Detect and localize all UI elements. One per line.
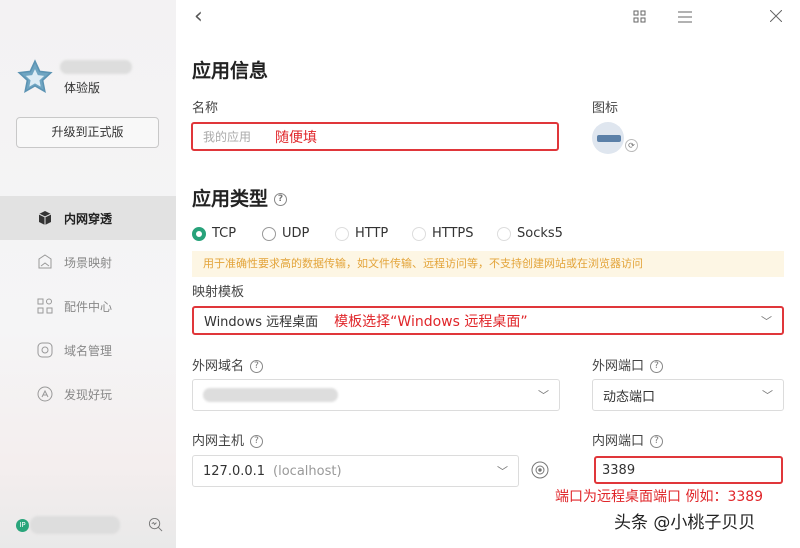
radio-tcp[interactable]: TCP: [192, 226, 236, 241]
nav-label: 内网穿透: [64, 211, 113, 226]
upgrade-button[interactable]: 升级到正式版: [16, 117, 159, 148]
discover-icon: [36, 385, 54, 403]
cube-icon: [36, 209, 54, 227]
chevron-down-icon: ﹀: [762, 389, 773, 402]
app-type-title-text: 应用类型: [192, 188, 269, 210]
search-monitor-icon[interactable]: [148, 517, 163, 532]
int-host-value: 127.0.0.1: [203, 463, 266, 479]
nav-label: 配件中心: [64, 299, 113, 314]
radio-label: TCP: [212, 226, 237, 241]
radio-icon: [497, 226, 511, 241]
chevron-down-icon: ﹀: [497, 465, 508, 478]
radio-icon: [335, 226, 349, 241]
radio-https[interactable]: HTTPS: [412, 226, 474, 241]
protocol-notice: 用于准确性要求高的数据传输，如文件传输、远程访问等，不支持创建网站或在浏览器访问: [192, 251, 784, 277]
watermark: 头条 @小桃子贝贝: [614, 513, 756, 533]
change-icon-button[interactable]: ⟳: [625, 139, 638, 152]
username-blurred: [60, 60, 132, 74]
ip-badge-icon: IP: [16, 519, 29, 532]
radio-label: HTTPS: [432, 226, 474, 241]
int-host-label-text: 内网主机: [192, 434, 245, 449]
app-type-title: 应用类型?: [192, 184, 288, 211]
grid-icon: [36, 297, 54, 315]
radio-udp[interactable]: UDP: [262, 226, 309, 241]
nav-label: 场景映射: [64, 255, 113, 270]
help-icon[interactable]: ?: [250, 360, 264, 373]
int-host-label: 内网主机?: [192, 430, 264, 449]
template-value: Windows 远程桌面: [204, 315, 319, 330]
sidebar-item-domain[interactable]: 域名管理: [0, 328, 176, 372]
ext-domain-label: 外网域名?: [192, 355, 264, 374]
radio-icon: [412, 226, 426, 241]
radio-socks5[interactable]: Socks5: [497, 226, 563, 241]
chevron-down-icon: ﹀: [538, 389, 549, 402]
icon-label: 图标: [592, 101, 619, 116]
ext-port-label-text: 外网端口: [592, 359, 645, 374]
int-port-label-text: 内网端口: [592, 434, 645, 449]
radio-checked-icon: [192, 226, 206, 241]
help-icon[interactable]: ?: [250, 435, 264, 448]
int-host-select[interactable]: 127.0.0.1 (localhost) ﹀: [192, 455, 519, 487]
domain-icon: [36, 341, 54, 359]
ip-blurred: [30, 516, 120, 534]
sidebar-item-discover[interactable]: 发现好玩: [0, 372, 176, 416]
nav-label: 域名管理: [64, 343, 113, 358]
template-select[interactable]: Windows 远程桌面 模板选择“Windows 远程桌面” ﹀: [192, 306, 784, 335]
int-host-hint: (localhost): [273, 463, 342, 479]
close-icon[interactable]: [770, 10, 782, 22]
ext-port-label: 外网端口?: [592, 355, 664, 374]
sidebar-item-tunnel[interactable]: 内网穿透: [0, 196, 176, 240]
ext-port-value: 动态端口: [603, 389, 656, 405]
app-icon[interactable]: [592, 122, 624, 154]
qrcode-icon[interactable]: [633, 10, 646, 23]
radio-label: UDP: [282, 226, 310, 241]
radio-label: Socks5: [517, 226, 563, 241]
sidebar: 体验版 升级到正式版 内网穿透 场景映射 配件中心 域名管理 发现好玩 IP: [0, 0, 176, 548]
nav-label: 发现好玩: [64, 387, 113, 402]
ext-domain-label-text: 外网域名: [192, 359, 245, 374]
scan-host-icon[interactable]: [530, 460, 550, 480]
ext-domain-select[interactable]: ﹀: [192, 379, 560, 411]
radio-label: HTTP: [355, 226, 389, 241]
help-icon[interactable]: ?: [650, 360, 664, 373]
port-annotation: 端口为远程桌面端口 例如：3389: [555, 489, 764, 505]
radio-icon: [262, 226, 276, 241]
help-icon[interactable]: ?: [274, 193, 288, 206]
template-label: 映射模板: [192, 285, 245, 300]
radio-http[interactable]: HTTP: [335, 226, 388, 241]
back-button[interactable]: ‹: [194, 4, 203, 29]
name-placeholder: 我的应用: [203, 130, 252, 144]
sidebar-item-accessories[interactable]: 配件中心: [0, 284, 176, 328]
star-logo-icon: [17, 59, 53, 93]
int-port-input[interactable]: 3389: [594, 456, 783, 484]
help-icon[interactable]: ?: [650, 435, 664, 448]
scene-icon: [36, 253, 54, 271]
domain-blurred: [203, 388, 338, 402]
name-annotation: 随便填: [275, 129, 318, 146]
int-port-label: 内网端口?: [592, 430, 664, 449]
edition-label: 体验版: [64, 81, 101, 95]
ext-port-select[interactable]: 动态端口 ﹀: [592, 379, 784, 411]
menu-icon[interactable]: [678, 11, 692, 23]
app-info-title: 应用信息: [192, 60, 269, 82]
template-annotation: 模板选择“Windows 远程桌面”: [334, 313, 528, 330]
name-input[interactable]: 我的应用 随便填: [191, 122, 559, 151]
sidebar-item-scene[interactable]: 场景映射: [0, 240, 176, 284]
chevron-down-icon: ﹀: [761, 314, 772, 328]
name-label: 名称: [192, 101, 219, 116]
